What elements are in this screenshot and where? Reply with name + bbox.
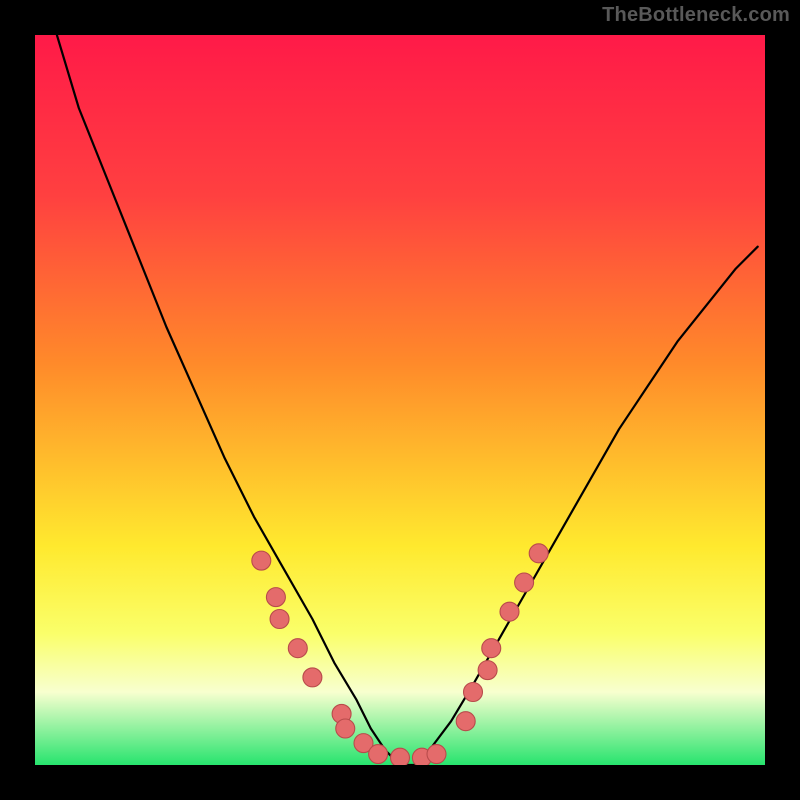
data-point [369,745,388,764]
data-point [252,551,271,570]
data-point [529,544,548,563]
data-point [500,602,519,621]
watermark-text: TheBottleneck.com [602,4,790,27]
data-point [336,719,355,738]
data-point [303,668,322,687]
data-point [464,683,483,702]
data-point [515,573,534,592]
data-point [391,748,410,765]
data-point [478,661,497,680]
data-point [288,639,307,658]
chart-frame: TheBottleneck.com [0,0,800,800]
plot-area [35,35,765,765]
data-point [266,588,285,607]
data-point [427,745,446,764]
data-point [456,712,475,731]
data-point [270,610,289,629]
plot-svg [35,35,765,765]
data-point [482,639,501,658]
gradient-background [35,35,765,765]
